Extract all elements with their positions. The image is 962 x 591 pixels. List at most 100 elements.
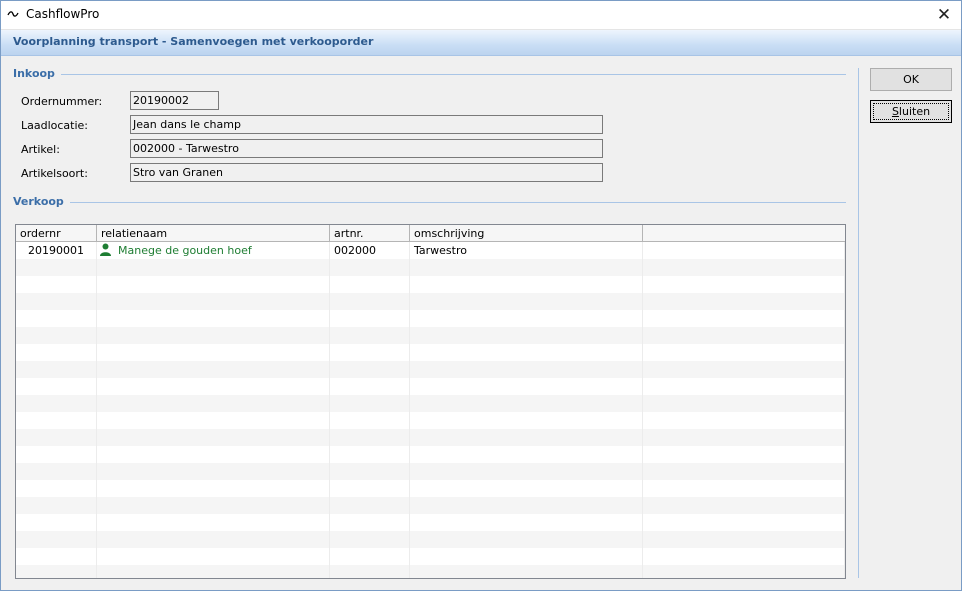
- cell-filler: [643, 531, 845, 548]
- table-row[interactable]: [16, 531, 845, 548]
- table-row[interactable]: [16, 446, 845, 463]
- laadlocatie-label: Laadlocatie:: [21, 119, 89, 132]
- cell-relatienaam: [97, 310, 330, 327]
- table-row[interactable]: 20190001 Manege de gouden hoef 002000 Tarwe…: [16, 242, 845, 259]
- cell-relatienaam: [97, 463, 330, 480]
- laadlocatie-field[interactable]: Jean dans le champ: [130, 115, 603, 134]
- dialog-title: Voorplanning transport - Samenvoegen met…: [13, 35, 374, 48]
- cell-artnr: [330, 293, 410, 310]
- cashflow-wave-icon: [7, 11, 19, 17]
- relation-link[interactable]: Manege de gouden hoef: [118, 244, 252, 257]
- dialog-window: CashflowPro ✕ Voorplanning transport - S…: [0, 0, 962, 591]
- cell-omschrijving: [410, 378, 643, 395]
- table-row[interactable]: [16, 395, 845, 412]
- cell-artnr: [330, 446, 410, 463]
- sluiten-mnemonic: S: [891, 105, 899, 118]
- cell-artnr: [330, 344, 410, 361]
- table-row[interactable]: [16, 514, 845, 531]
- cell-filler: [643, 480, 845, 497]
- cell-artnr: [330, 395, 410, 412]
- verkoop-grid[interactable]: ordernr relatienaam artnr. omschrijving …: [15, 224, 846, 579]
- ordernummer-field[interactable]: 20190002: [130, 91, 219, 110]
- artikel-label: Artikel:: [21, 143, 60, 156]
- artikelsoort-field[interactable]: Stro van Granen: [130, 163, 603, 182]
- cell-ordernr: [16, 412, 97, 429]
- cell-ordernr: [16, 497, 97, 514]
- cell-relatienaam: [97, 531, 330, 548]
- cell-omschrijving: [410, 293, 643, 310]
- cell-relatienaam: [97, 548, 330, 565]
- cell-filler: [643, 242, 845, 259]
- cell-ordernr: [16, 395, 97, 412]
- person-icon: [100, 243, 111, 256]
- cell-ordernr: [16, 259, 97, 276]
- cell-relatienaam: [97, 395, 330, 412]
- table-row[interactable]: [16, 565, 845, 578]
- table-row[interactable]: [16, 259, 845, 276]
- column-header-omschrijving[interactable]: omschrijving: [410, 225, 643, 241]
- cell-relatienaam: [97, 497, 330, 514]
- table-row[interactable]: [16, 310, 845, 327]
- cell-artnr: [330, 514, 410, 531]
- table-row[interactable]: [16, 412, 845, 429]
- cell-relatienaam: [97, 480, 330, 497]
- cell-omschrijving: [410, 497, 643, 514]
- cell-relatienaam: Manege de gouden hoef: [97, 242, 330, 259]
- cell-relatienaam: [97, 446, 330, 463]
- table-row[interactable]: [16, 344, 845, 361]
- column-header-artnr[interactable]: artnr.: [330, 225, 410, 241]
- cell-artnr: [330, 361, 410, 378]
- cell-ordernr: [16, 378, 97, 395]
- column-header-relatienaam[interactable]: relatienaam: [97, 225, 330, 241]
- close-button[interactable]: ✕: [927, 1, 961, 29]
- inkoop-section-title: Inkoop: [13, 67, 61, 80]
- cell-filler: [643, 497, 845, 514]
- cell-omschrijving: [410, 344, 643, 361]
- column-header-filler: [643, 225, 845, 241]
- cell-relatienaam: [97, 412, 330, 429]
- verkoop-divider: [61, 202, 846, 203]
- cell-artnr: [330, 480, 410, 497]
- table-row[interactable]: [16, 378, 845, 395]
- cell-omschrijving: [410, 514, 643, 531]
- cell-ordernr: [16, 361, 97, 378]
- cell-filler: [643, 276, 845, 293]
- table-row[interactable]: [16, 497, 845, 514]
- sluiten-button[interactable]: Sluiten: [870, 100, 952, 123]
- title-bar: CashflowPro ✕: [1, 1, 961, 30]
- table-row[interactable]: [16, 480, 845, 497]
- artikel-field[interactable]: 002000 - Tarwestro: [130, 139, 603, 158]
- dialog-header: Voorplanning transport - Samenvoegen met…: [1, 30, 961, 56]
- cell-artnr: [330, 310, 410, 327]
- table-row[interactable]: [16, 548, 845, 565]
- artikelsoort-label: Artikelsoort:: [21, 167, 88, 180]
- cell-omschrijving: Tarwestro: [410, 242, 643, 259]
- grid-rows: 20190001 Manege de gouden hoef 002000 Tarwe…: [16, 242, 845, 578]
- cell-relatienaam: [97, 344, 330, 361]
- column-header-ordernr[interactable]: ordernr: [16, 225, 97, 241]
- cell-relatienaam: [97, 327, 330, 344]
- cell-relatienaam: [97, 429, 330, 446]
- cell-relatienaam: [97, 259, 330, 276]
- cell-filler: [643, 565, 845, 578]
- table-row[interactable]: [16, 463, 845, 480]
- grid-header: ordernr relatienaam artnr. omschrijving: [16, 225, 845, 242]
- table-row[interactable]: [16, 276, 845, 293]
- cell-filler: [643, 344, 845, 361]
- verkoop-section-title: Verkoop: [13, 195, 70, 208]
- table-row[interactable]: [16, 327, 845, 344]
- cell-omschrijving: [410, 565, 643, 578]
- ordernummer-label: Ordernummer:: [21, 95, 103, 108]
- cell-filler: [643, 463, 845, 480]
- table-row[interactable]: [16, 293, 845, 310]
- table-row[interactable]: [16, 429, 845, 446]
- cell-ordernr: [16, 310, 97, 327]
- table-row[interactable]: [16, 361, 845, 378]
- cell-artnr: [330, 548, 410, 565]
- cell-ordernr: [16, 463, 97, 480]
- cell-artnr: [330, 565, 410, 578]
- ok-button[interactable]: OK: [870, 68, 952, 91]
- cell-filler: [643, 412, 845, 429]
- cell-filler: [643, 361, 845, 378]
- sluiten-button-label: Sluiten: [892, 105, 930, 118]
